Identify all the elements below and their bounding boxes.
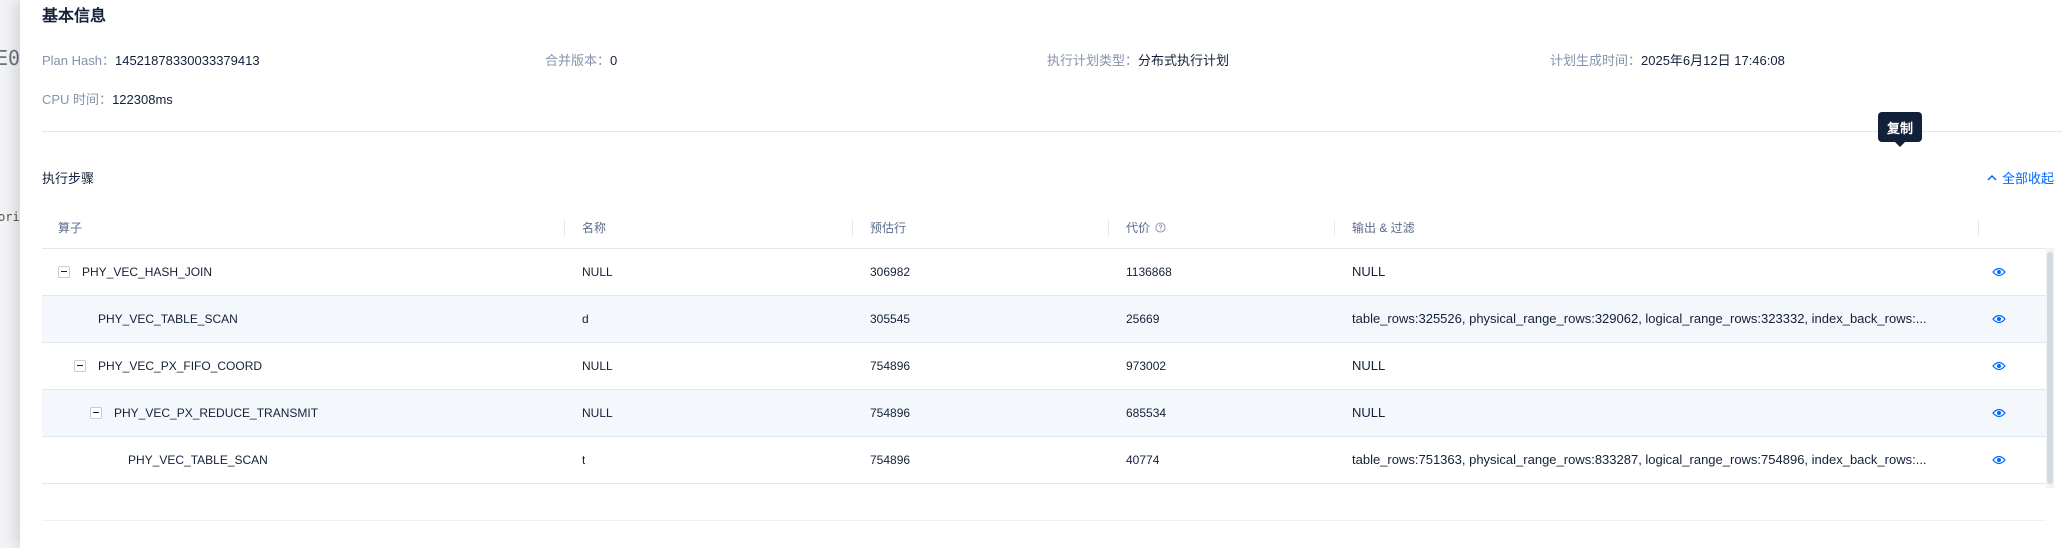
plan-type-value: 分布式执行计划 xyxy=(1138,53,1230,68)
output-cell: NULL xyxy=(1352,405,1386,420)
eye-icon[interactable] xyxy=(1992,266,2006,278)
eye-icon[interactable] xyxy=(1992,407,2006,419)
plan-hash-field: Plan Hash：14521878330033379413 xyxy=(42,50,260,69)
name-cell: t xyxy=(582,453,586,467)
column-divider xyxy=(1108,220,1109,236)
background-fragment-e0: E0 xyxy=(0,46,20,70)
operator-cell: PHY_VEC_PX_REDUCE_TRANSMIT xyxy=(114,406,319,420)
name-cell: NULL xyxy=(582,406,613,420)
operator-cell: PHY_VEC_HASH_JOIN xyxy=(82,265,213,279)
scrollbar-thumb[interactable] xyxy=(2047,252,2053,484)
col-operator: 算子 xyxy=(58,221,83,235)
column-divider xyxy=(1978,220,1979,236)
table-row: PHY_VEC_TABLE_SCAN d 305545 25669 table_… xyxy=(42,296,2046,343)
col-cost: 代价 xyxy=(1126,208,1166,248)
eye-icon[interactable] xyxy=(1992,454,2006,466)
est-rows-cell: 305545 xyxy=(870,312,911,326)
merge-version-field: 合并版本：0 xyxy=(545,50,617,69)
column-divider xyxy=(852,220,853,236)
merge-version-value: 0 xyxy=(610,53,618,68)
col-name: 名称 xyxy=(582,221,607,235)
background-fragment-ori: ori xyxy=(0,210,20,224)
bottom-divider xyxy=(42,520,2046,521)
cpu-time-label: CPU 时间： xyxy=(42,92,113,107)
table-row: PHY_VEC_TABLE_SCAN t 754896 40774 table_… xyxy=(42,437,2046,484)
minus-square-icon[interactable] xyxy=(58,266,70,278)
copy-tooltip: 复制 xyxy=(1878,112,1922,147)
cost-cell: 685534 xyxy=(1126,406,1167,420)
output-cell: table_rows:751363, physical_range_rows:8… xyxy=(1352,452,1927,467)
eye-icon[interactable] xyxy=(1992,360,2006,372)
plan-type-label: 执行计划类型： xyxy=(1047,53,1139,68)
basic-info-title: 基本信息 xyxy=(42,8,107,25)
cost-cell: 1136868 xyxy=(1126,265,1172,279)
cost-cell: 25669 xyxy=(1126,312,1160,326)
est-rows-cell: 754896 xyxy=(870,453,911,467)
minus-square-icon[interactable] xyxy=(74,360,86,372)
plan-hash-label: Plan Hash： xyxy=(42,53,115,68)
plan-type-field: 执行计划类型：分布式执行计划 xyxy=(1047,50,1229,69)
table-row: PHY_VEC_PX_REDUCE_TRANSMIT NULL 754896 6… xyxy=(42,390,2046,437)
minus-square-icon[interactable] xyxy=(90,407,102,419)
table-header: 算子 名称 预估行 代价 输出 & 过滤 xyxy=(42,208,2046,249)
chevron-up-icon xyxy=(1987,174,1997,181)
operator-cell: PHY_VEC_PX_FIFO_COORD xyxy=(98,359,263,373)
col-cost-label: 代价 xyxy=(1126,221,1151,235)
col-est-rows: 预估行 xyxy=(870,221,907,235)
cost-cell: 973002 xyxy=(1126,359,1167,373)
est-rows-cell: 306982 xyxy=(870,265,911,279)
gen-time-value: 2025年6月12日 17:46:08 xyxy=(1641,53,1785,68)
table-scrollbar[interactable] xyxy=(2046,248,2054,488)
gen-time-label: 计划生成时间： xyxy=(1550,53,1642,68)
name-cell: NULL xyxy=(582,359,613,373)
cpu-time-field: CPU 时间：122308ms xyxy=(42,89,173,108)
plan-detail-drawer: 基本信息 Plan Hash：14521878330033379413 合并版本… xyxy=(20,0,2066,548)
est-rows-cell: 754896 xyxy=(870,359,911,373)
cpu-time-value: 122308ms xyxy=(112,92,173,107)
operator-cell: PHY_VEC_TABLE_SCAN xyxy=(98,312,238,326)
gen-time-field: 计划生成时间：2025年6月12日 17:46:08 xyxy=(1550,50,1785,69)
name-cell: NULL xyxy=(582,265,613,279)
steps-title: 执行步骤 xyxy=(42,171,95,186)
plan-hash-value: 14521878330033379413 xyxy=(114,53,260,68)
eye-icon[interactable] xyxy=(1992,313,2006,325)
section-divider xyxy=(42,131,2062,132)
column-divider xyxy=(564,220,565,236)
steps-table: 算子 名称 预估行 代价 输出 & 过滤 PHY_VEC_HASH_JOIN N… xyxy=(42,208,2054,488)
output-cell: NULL xyxy=(1352,264,1386,279)
output-cell: table_rows:325526, physical_range_rows:3… xyxy=(1352,311,1927,326)
merge-version-label: 合并版本： xyxy=(545,53,611,68)
table-row: PHY_VEC_PX_FIFO_COORD NULL 754896 973002… xyxy=(42,343,2046,390)
name-cell: d xyxy=(582,312,589,326)
collapse-all-button[interactable]: 全部收起 xyxy=(1986,168,2054,187)
table-row: PHY_VEC_HASH_JOIN NULL 306982 1136868 NU… xyxy=(42,249,2046,296)
est-rows-cell: 754896 xyxy=(870,406,911,420)
output-cell: NULL xyxy=(1352,358,1386,373)
cost-cell: 40774 xyxy=(1126,453,1160,467)
question-circle-icon[interactable] xyxy=(1155,222,1166,233)
column-divider xyxy=(1334,220,1335,236)
background-page-edge: E0 ori xyxy=(0,0,20,548)
col-output-filter: 输出 & 过滤 xyxy=(1352,221,1415,235)
operator-cell: PHY_VEC_TABLE_SCAN xyxy=(128,453,268,467)
collapse-all-label: 全部收起 xyxy=(2001,171,2054,186)
